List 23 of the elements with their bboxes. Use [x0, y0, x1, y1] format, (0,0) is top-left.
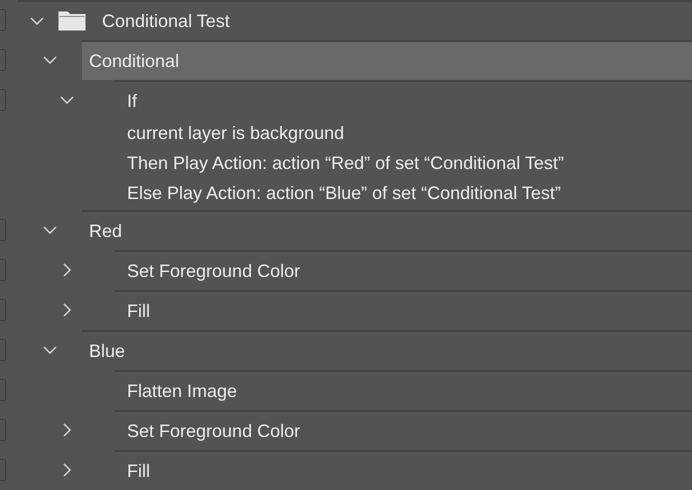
chevron-right-icon[interactable]	[62, 423, 70, 437]
chevron-down-icon[interactable]	[30, 17, 44, 25]
chevron-down-icon[interactable]	[43, 346, 57, 354]
step-name[interactable]: Fill	[127, 300, 150, 322]
step-name[interactable]: Flatten Image	[127, 380, 238, 402]
step-detail: Else Play Action: action “Blue” of set “Conditional Test”	[127, 182, 562, 205]
action-set-name: Conditional Test	[102, 10, 230, 32]
step-detail: current layer is background	[127, 122, 346, 145]
action-row[interactable]: Blue	[82, 330, 692, 370]
step-name[interactable]: If	[127, 90, 138, 112]
step-detail: Then Play Action: action “Red” of set “Conditional Test”	[127, 152, 565, 175]
step-name[interactable]: Set Foreground Color	[127, 260, 300, 282]
step-name[interactable]: Set Foreground Color	[127, 420, 300, 442]
chevron-down-icon[interactable]	[43, 226, 57, 234]
chevron-right-icon[interactable]	[62, 303, 70, 317]
action-row[interactable]: Red	[82, 210, 692, 250]
chevron-down-icon[interactable]	[60, 96, 74, 104]
step-name[interactable]: Fill	[127, 460, 150, 482]
action-row[interactable]: Conditional	[82, 40, 692, 80]
folder-icon	[58, 11, 86, 31]
chevron-right-icon[interactable]	[62, 263, 70, 277]
chevron-down-icon[interactable]	[43, 56, 57, 64]
chevron-right-icon[interactable]	[62, 463, 70, 477]
